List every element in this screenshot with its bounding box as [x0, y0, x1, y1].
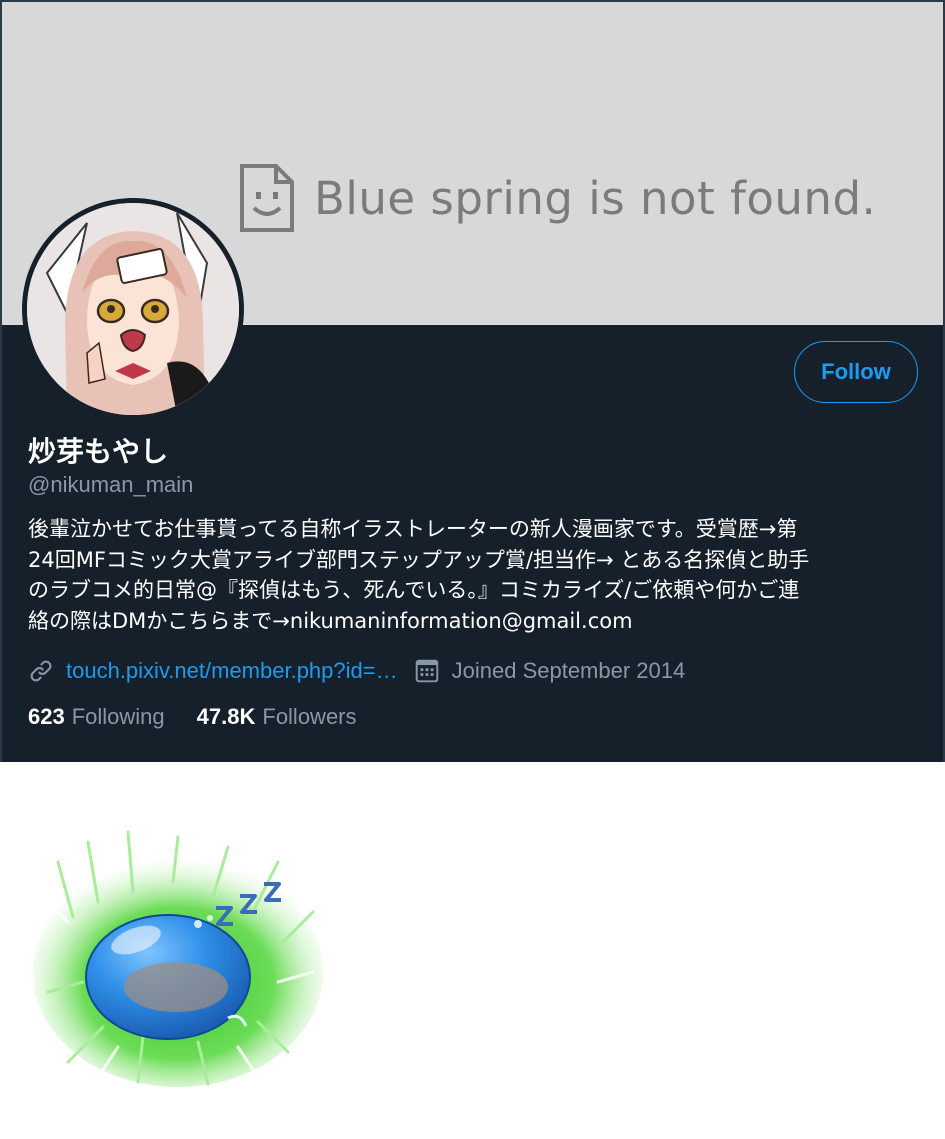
broken-image-face-icon: [240, 164, 294, 232]
bio-line: 24回MFコミック大賞アライブ部門ステップアップ賞/担当作→ とある名探偵と助手: [28, 547, 810, 572]
bio-line: 後輩泣かせてお仕事貰ってる自称イラストレーターの新人漫画家です。受賞歴→第: [28, 517, 798, 541]
follow-button[interactable]: Follow: [794, 341, 918, 403]
profile-card: Blue spring is not found. Follow 炒芽もやし @…: [0, 0, 945, 762]
following-label: Following: [71, 704, 165, 729]
website-link[interactable]: touch.pixiv.net/member.php?id=…: [66, 658, 398, 684]
banner-text: Blue spring is not found.: [314, 171, 877, 225]
avatar[interactable]: [22, 198, 244, 420]
bio-line: のラブコメ的日常@『探偵はもう、死んでいる。』コミカライズ/ご依頼や何かご連: [28, 578, 800, 602]
profile-bio: 後輩泣かせてお仕事貰ってる自称イラストレーターの新人漫画家です。受賞歴→第 24…: [28, 514, 918, 636]
followers-stat[interactable]: 47.8K Followers: [197, 704, 357, 730]
avatar-image: [27, 203, 239, 415]
following-stat[interactable]: 623 Following: [28, 704, 165, 730]
banner-not-found-message: Blue spring is not found.: [238, 162, 876, 234]
joined-date: Joined September 2014: [451, 658, 686, 683]
display-name: 炒芽もやし: [28, 435, 169, 468]
following-count: 623: [28, 704, 65, 729]
followers-label: Followers: [262, 704, 357, 729]
profile-meta: touch.pixiv.net/member.php?id=… Joined S…: [28, 656, 685, 686]
calendar-icon: [415, 659, 438, 683]
username-handle: @nikuman_main: [28, 472, 194, 497]
sleeping-slime-illustration: [33, 830, 323, 1087]
bio-line: 絡の際はDMかこちらまで→nikumaninformation@gmail.co…: [28, 608, 633, 633]
follow-stats: 623 Following 47.8K Followers: [28, 702, 357, 732]
followers-count: 47.8K: [196, 704, 256, 729]
link-icon: [30, 660, 52, 682]
